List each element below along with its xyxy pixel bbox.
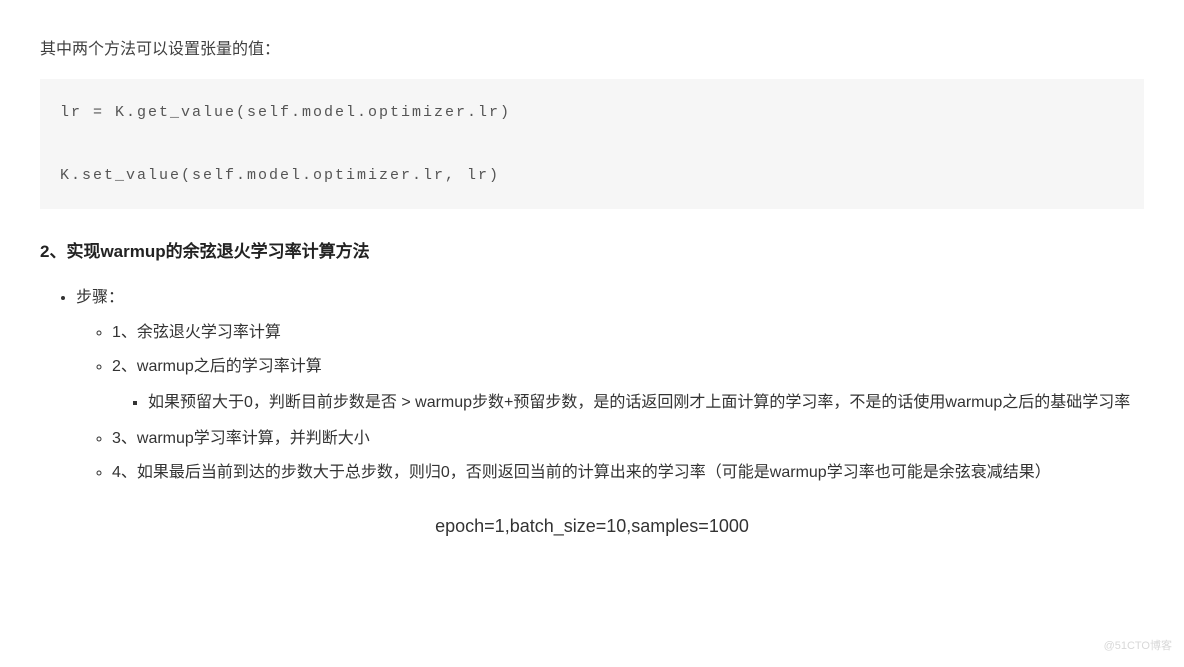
code-block: lr = K.get_value(self.model.optimizer.lr…	[40, 79, 1144, 210]
step-2: 2、warmup之后的学习率计算 如果预留大于0，判断目前步数是否 > warm…	[112, 353, 1144, 418]
step-4: 4、如果最后当前到达的步数大于总步数，则归0，否则返回当前的计算出来的学习率（可…	[112, 459, 1144, 488]
step-2-label: 2、warmup之后的学习率计算	[112, 358, 322, 375]
step-3: 3、warmup学习率计算，并判断大小	[112, 425, 1144, 454]
watermark: @51CTO博客	[1104, 637, 1172, 657]
steps-root: 步骤： 1、余弦退火学习率计算 2、warmup之后的学习率计算 如果预留大于0…	[76, 284, 1144, 488]
section-heading: 2、实现warmup的余弦退火学习率计算方法	[40, 237, 1144, 268]
intro-text: 其中两个方法可以设置张量的值：	[40, 36, 1144, 65]
caption: epoch=1,batch_size=10,samples=1000	[40, 510, 1144, 542]
step-1: 1、余弦退火学习率计算	[112, 319, 1144, 348]
step-2-detail: 如果预留大于0，判断目前步数是否 > warmup步数+预留步数，是的话返回刚才…	[148, 388, 1144, 418]
steps-label: 步骤：	[76, 289, 124, 306]
